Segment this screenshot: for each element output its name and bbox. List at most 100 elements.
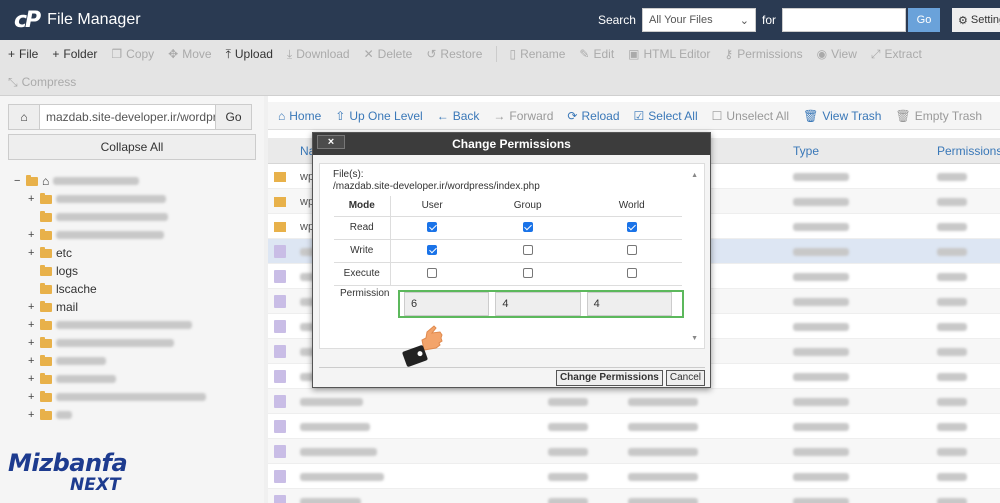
tree-item[interactable]: + [14,226,254,244]
restore-button[interactable]: ↺ Restore [426,47,482,61]
up-one-level-button[interactable]: ⇧ Up One Level [335,109,422,123]
search-scope-select[interactable]: All Your Files ⌄ [641,8,756,32]
folder-icon [40,336,52,348]
table-row[interactable] [268,464,1000,489]
group-execute-checkbox[interactable] [522,268,533,279]
upload-button[interactable]: ⤒ Upload [226,47,273,62]
expand-icon[interactable]: + [28,409,38,421]
home-button[interactable]: ⌂ Home [278,109,321,123]
tree-item[interactable]: + [14,370,254,388]
expand-icon[interactable]: + [28,391,38,403]
user-write-checkbox[interactable] [427,245,438,256]
tree-item[interactable]: + [14,334,254,352]
tree-root[interactable]: − ⌂ [14,172,254,190]
copy-button[interactable]: ❐ Copy [111,47,154,61]
delete-button[interactable]: ✕ Delete [364,47,413,61]
expand-icon[interactable]: + [28,229,38,241]
close-icon[interactable]: × [317,135,345,149]
unselect-all-label: Unselect All [726,108,790,123]
user-permission-input[interactable]: 6 [404,292,490,316]
rename-button[interactable]: ▯ Rename [509,47,565,61]
scroll-up-icon[interactable]: ▲ [691,172,698,179]
user-execute-checkbox[interactable] [427,268,438,279]
tree-item[interactable]: + [14,406,254,424]
user-read-checkbox[interactable] [427,222,438,233]
group-permission-input[interactable]: 4 [495,292,581,316]
tree-item[interactable]: + [14,190,254,208]
expand-icon[interactable]: + [28,301,38,313]
path-input[interactable]: mazdab.site-developer.ir/wordpress [40,104,216,130]
collapse-icon[interactable]: − [14,175,24,187]
reload-button[interactable]: ⟳ Reload [567,109,619,123]
cell-blurred [937,273,967,281]
world-permission-input[interactable]: 4 [586,292,672,316]
tree-item[interactable]: + [14,352,254,370]
copy-icon: ❐ [111,47,123,61]
cpanel-logo[interactable]: cP File Manager [14,8,141,33]
html-editor-button[interactable]: ▣ HTML Editor [628,47,710,61]
folder-button[interactable]: + Folder [52,47,97,61]
compress-label: Compress [21,75,77,89]
table-row[interactable] [268,414,1000,439]
move-button[interactable]: ✥ Move [168,47,211,61]
table-row[interactable] [268,439,1000,464]
column-type-header[interactable]: Type [793,144,819,158]
extract-button[interactable]: ⤢ Extract [871,47,922,62]
change-permissions-button[interactable]: Change Permissions [555,369,663,386]
table-row[interactable] [268,489,1000,503]
tree-item-lscache[interactable]: lscache [14,280,254,298]
compress-icon: ⤡ [8,74,18,89]
cell-blurred [793,323,849,331]
tree-item-etc[interactable]: + etc [14,244,254,262]
world-execute-checkbox[interactable] [626,268,637,279]
file-button[interactable]: + File [8,47,38,61]
compress-button[interactable]: ⤡ Compress [8,75,76,90]
edit-button[interactable]: ✎ Edit [579,47,614,61]
tree-item[interactable] [14,208,254,226]
cell-blurred [793,473,849,481]
view-icon: ◉ [816,47,828,61]
column-permissions-header[interactable]: Permissions [937,144,1000,158]
expand-icon[interactable]: + [28,355,38,367]
unselect-all-button[interactable]: ☐ Unselect All [712,109,789,123]
tree-item[interactable]: + [14,316,254,334]
table-row[interactable] [268,389,1000,414]
expand-icon[interactable]: + [28,247,38,259]
view-button[interactable]: ◉ View [817,47,857,61]
cancel-button[interactable]: Cancel [665,369,705,386]
expand-icon[interactable]: + [28,319,38,331]
permissions-button[interactable]: ⚷ Permissions [724,47,802,61]
file-icon [274,370,286,383]
group-read-checkbox[interactable] [522,222,533,233]
search-go-button[interactable]: Go [908,8,940,32]
select-all-button[interactable]: ☑ Select All [634,109,698,123]
tree-item-logs[interactable]: logs [14,262,254,280]
back-button[interactable]: ← Back [437,109,480,123]
settings-label: Settings [970,14,1000,26]
forward-button[interactable]: → Forward [493,109,553,123]
home-label: Home [289,108,322,123]
cell-blurred [937,448,967,456]
user-header: User [390,196,474,217]
home-icon[interactable]: ⌂ [8,104,40,130]
tree-item-mail[interactable]: + mail [14,298,254,316]
empty-trash-button[interactable]: 🗑 Empty Trash [895,109,982,123]
path-go-button[interactable]: Go [216,104,252,130]
world-header: World [581,196,682,217]
expand-icon[interactable]: + [28,373,38,385]
group-write-checkbox[interactable] [522,245,533,256]
scroll-down-icon[interactable]: ▼ [691,335,698,342]
download-button[interactable]: ⤓ Download [287,47,350,62]
search-input[interactable] [782,8,906,32]
collapse-all-button[interactable]: Collapse All [8,134,256,160]
world-write-checkbox[interactable] [626,245,637,256]
expand-icon[interactable]: + [28,337,38,349]
expand-icon[interactable]: + [28,193,38,205]
tree-item[interactable]: + [14,388,254,406]
file-icon [274,345,286,358]
tree-label: mail [56,300,79,314]
view-trash-button[interactable]: 🗑 View Trash [803,109,881,123]
move-label: Move [182,47,212,61]
settings-button[interactable]: ⚙ Settings [952,8,1000,32]
world-read-checkbox[interactable] [626,222,637,233]
